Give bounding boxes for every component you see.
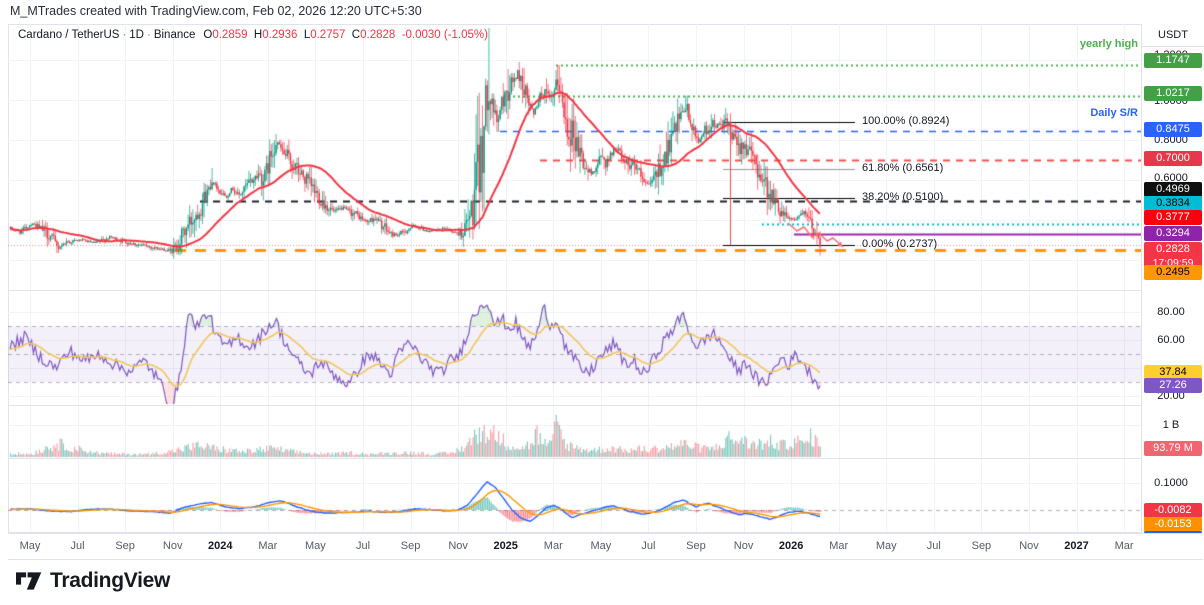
daily-sr-annotation: Daily S/R [1090,107,1138,119]
axis-tick-label: 1 B [1162,419,1180,431]
time-tick-label: Mar [543,540,563,552]
time-tick-label: May [19,540,41,552]
time-tick-label: Mar [1114,540,1134,552]
fib-level-label: 61.80% (0.6561) [862,161,944,174]
volume-badge: 93.79 M [1144,440,1202,456]
time-tick-label: May [305,540,326,552]
time-tick-label: Sep [686,540,706,552]
watermark-attribution: M_MTrades created with TradingView.com, … [10,4,422,18]
high-label: H [253,29,263,41]
axis-tick-label: 80.00 [1157,306,1185,318]
time-tick-label: Sep [115,540,135,552]
time-tick-label: Nov [162,540,183,552]
time-tick-label: Sep [400,540,421,552]
time-tick-label: 2027 [1064,540,1089,552]
timeframe[interactable]: 1D [129,29,144,41]
time-tick-label: 2024 [208,540,233,552]
yearly-high-annotation: yearly high [1079,38,1138,50]
time-tick-label: Mar [258,540,278,552]
macd-badge: -0.0082 [1144,502,1202,518]
symbol-legend[interactable]: Cardano / TetherUS · 1D · Binance O0.2859 H0.… [18,29,488,41]
price-scale[interactable]: USDT 1.20001.00000.80000.600080.0060.002… [1141,24,1204,537]
time-tick-label: May [875,540,897,552]
price-badge: 0.4969 [1144,181,1202,197]
symbol-name[interactable]: Cardano / TetherUS [18,29,119,41]
open-label: O [203,29,213,41]
axis-tick-label: 0.1000 [1154,477,1188,489]
price-badge: 0.8475 [1144,121,1202,137]
fib-level-label: 100.00% (0.8924) [862,114,950,127]
time-scale[interactable]: May Jul Sep Nov 2024 Mar May Jul Sep Nov 2025 Mar Ma… [8,533,1203,559]
tradingview-logo-text: TradingView [50,569,171,592]
fib-level-label: 0.00% (0.2737) [862,238,938,251]
time-tick-label: 2025 [493,540,518,552]
tradingview-logo-icon [16,572,42,590]
price-badge: 1.0217 [1144,85,1202,101]
tradingview-logo[interactable]: TradingView [16,568,170,594]
high-value: 0.2936 [262,29,298,41]
time-tick-label: Jul [926,540,941,552]
time-tick-label: Mar [829,540,849,552]
close-label: C [351,29,361,41]
price-scale-currency[interactable]: USDT [1142,24,1204,47]
price-badge: 0.3834 [1144,195,1202,211]
time-tick-label: 2026 [778,540,804,552]
time-tick-label: Nov [1019,540,1039,552]
axis-tick-label: 60.00 [1157,334,1185,346]
price-badge: 0.7000 [1144,150,1202,166]
price-badge: 0.3777 [1144,209,1202,225]
footer-bar: TradingView [0,560,1204,605]
change-value: -0.0030 (-1.05%) [401,29,488,41]
macd-badge: -0.0153 [1144,516,1202,532]
close-value: 0.2828 [360,29,396,41]
chart-plot-area[interactable] [8,24,1141,533]
open-value: 0.2859 [212,29,248,41]
price-badge: 1.1747 [1144,52,1202,68]
tradingview-chart-screenshot: M_MTrades created with TradingView.com, … [0,0,1204,605]
time-tick-label: Jul [641,540,656,552]
rsi-badge: 27.26 [1144,377,1202,393]
price-badge: 0.3294 [1144,225,1202,241]
time-tick-label: Jul [355,540,371,552]
price-badge: 0.2495 [1144,264,1202,280]
time-tick-label: Sep [971,540,992,552]
fib-level-label: 38.20% (0.5100) [862,191,944,203]
exchange-name[interactable]: Binance [154,29,196,41]
low-value: 0.2757 [310,29,346,41]
time-tick-label: Nov [448,540,468,552]
time-tick-label: Jul [70,540,85,552]
time-tick-label: Nov [733,540,754,552]
time-tick-label: May [590,540,612,552]
